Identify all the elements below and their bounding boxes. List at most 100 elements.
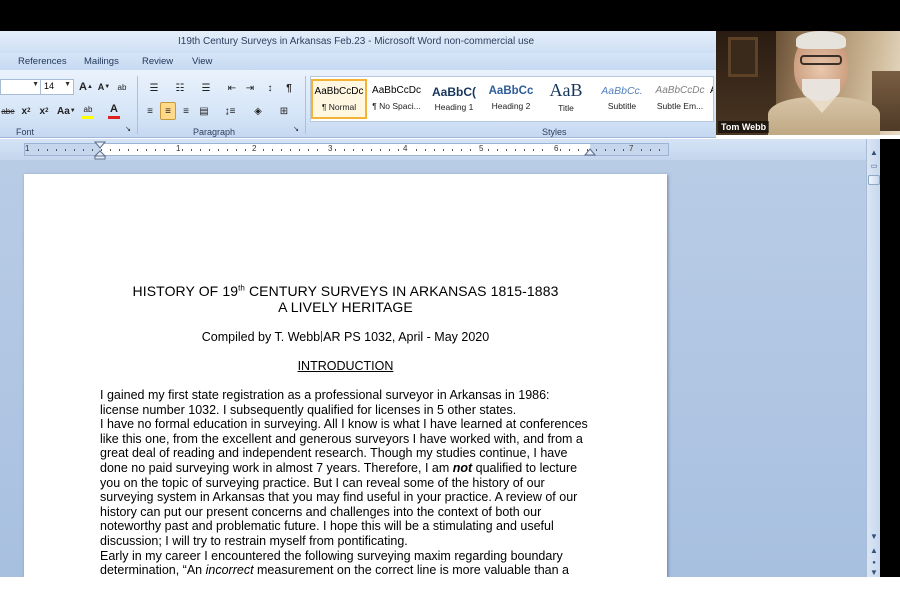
style-sample: AaB	[549, 80, 583, 100]
ruler-tick	[74, 149, 75, 151]
ruler-tick	[218, 149, 219, 151]
font-dialog-launcher-icon[interactable]: ↘	[124, 124, 132, 134]
ruler-tick	[605, 149, 606, 151]
title-superscript: th	[238, 283, 245, 293]
line-spacing-button[interactable]: ↨≡	[218, 102, 242, 120]
grow-font-label: A	[79, 81, 87, 93]
sort-button[interactable]: ↕	[262, 79, 278, 97]
browse-object-icon: ●	[872, 560, 876, 566]
right-indent-marker-icon[interactable]	[584, 148, 596, 158]
change-case-button[interactable]: Aa ▼	[56, 102, 77, 120]
emphasis-text: incorrect	[205, 563, 254, 578]
ruler-number: 4	[403, 144, 408, 153]
ruler-tick	[209, 149, 210, 151]
title-text: CENTURY SURVEYS IN ARKANSAS 1815-1883	[244, 283, 559, 299]
ruler-tick	[533, 149, 534, 151]
multilevel-list-button[interactable]: ☰	[194, 79, 218, 97]
ruler-tick	[272, 149, 273, 151]
previous-page-button[interactable]: ▲	[868, 545, 880, 557]
style-sample: AaBbC(	[432, 85, 476, 99]
style-heading-1[interactable]: AaBbC( Heading 1	[426, 79, 482, 119]
bullets-button[interactable]: ☰	[142, 79, 166, 97]
tab-review[interactable]: Review	[142, 56, 173, 67]
paragraph: I gained my first state registration as …	[100, 388, 550, 417]
bottom-letterbox	[0, 577, 900, 600]
style-no-spacing[interactable]: AaBbCcDc ¶ No Spaci...	[368, 79, 425, 119]
font-size-select[interactable]: 14 ▼	[40, 79, 74, 95]
style-name: Subtle Em...	[656, 101, 704, 111]
scroll-thumb[interactable]	[868, 175, 880, 185]
font-name-select[interactable]: ▼	[0, 79, 42, 95]
style-name: Subtitle	[607, 101, 637, 111]
style-subtle-emphasis[interactable]: AaBbCcDc Subtle Em...	[652, 79, 708, 119]
text-cursor-icon	[321, 331, 323, 342]
change-case-label: Aa	[57, 105, 70, 117]
style-more[interactable]: A	[709, 79, 714, 119]
document-subtitle: A LIVELY HERITAGE	[278, 299, 413, 315]
clear-formatting-button[interactable]: ab	[114, 78, 130, 96]
paragraph-text: measurement on the correct line is more …	[253, 563, 569, 578]
align-left-button[interactable]: ≡	[142, 102, 158, 120]
tab-references[interactable]: References	[18, 56, 67, 67]
font-group-label: Font	[16, 127, 35, 137]
ruler-tick	[596, 149, 597, 151]
increase-indent-button[interactable]: ⇥	[242, 79, 258, 97]
ruler-tick	[443, 149, 444, 151]
ruler-tick	[488, 149, 489, 151]
ruler-tick	[344, 149, 345, 151]
ruler-number: 1	[176, 144, 181, 153]
align-right-button[interactable]: ≡	[178, 102, 194, 120]
ruler-tick	[164, 149, 165, 151]
shrink-font-button[interactable]: A ▼	[96, 78, 112, 96]
ruler-number: 5	[479, 144, 484, 153]
arrow-up-icon: ▲	[870, 148, 878, 157]
horizontal-ruler[interactable]: 1 1 2 3 4 5 6 7	[24, 143, 669, 156]
scroll-down-button[interactable]: ▼	[868, 531, 880, 543]
sort-icon: ↕	[267, 82, 273, 94]
ruler-tick	[515, 149, 516, 151]
vertical-scrollbar[interactable]: ▲ ▭ ▼ ▲ ● ▼	[866, 139, 880, 577]
font-color-label: A	[110, 103, 118, 115]
ruler-tick	[614, 149, 615, 151]
ruler-tick	[110, 149, 111, 151]
ribbon: ▼ 14 ▼ A ▲ A ▼ ab abe x2 x2 Aa ▼ ab A Font …	[0, 70, 716, 138]
right-letterbox	[880, 139, 900, 577]
subscript-button[interactable]: x2	[18, 102, 34, 120]
style-title[interactable]: AaB Title	[540, 79, 592, 119]
borders-button[interactable]: ⊞	[272, 102, 296, 120]
video-participant-tile[interactable]: Tom Webb	[716, 31, 900, 135]
ruler-tick	[200, 149, 201, 151]
decrease-indent-button[interactable]: ⇤	[224, 79, 240, 97]
ruler-tick	[236, 149, 237, 151]
ruler-bar: 1 1 2 3 4 5 6 7	[0, 139, 866, 160]
show-formatting-button[interactable]: ¶	[281, 79, 297, 97]
pilcrow-icon: ¶	[286, 82, 292, 94]
document-page[interactable]: HISTORY OF 19th CENTURY SURVEYS IN ARKAN…	[24, 174, 667, 584]
ruler-tick	[263, 149, 264, 151]
shading-button[interactable]: ◈	[246, 102, 270, 120]
ruler-tick	[659, 149, 660, 151]
tab-mailings[interactable]: Mailings	[84, 56, 119, 67]
justify-button[interactable]: ▤	[196, 102, 212, 120]
scroll-up-button[interactable]: ▲	[868, 147, 880, 159]
view-ruler-toggle[interactable]: ▭	[868, 161, 880, 173]
paragraph-dialog-launcher-icon[interactable]: ↘	[292, 124, 300, 134]
style-subtitle[interactable]: AaBbCc. Subtitle	[593, 79, 651, 119]
increase-indent-icon: ⇥	[245, 82, 255, 94]
style-heading-2[interactable]: AaBbCc Heading 2	[483, 79, 539, 119]
ruler-tick	[524, 149, 525, 151]
style-normal[interactable]: AaBbCcDc ¶ Normal	[311, 79, 367, 119]
ruler-tick	[335, 149, 336, 151]
ruler-tick	[506, 149, 507, 151]
ruler-tick	[542, 149, 543, 151]
align-center-button[interactable]: ≡	[160, 102, 176, 120]
strikethrough-button[interactable]: abe	[0, 102, 16, 120]
tab-view[interactable]: View	[192, 56, 212, 67]
numbering-button[interactable]: ☷	[168, 79, 192, 97]
ruler-tick	[380, 149, 381, 151]
superscript-button[interactable]: x2	[36, 102, 52, 120]
style-sample: AaBbCcDc	[314, 86, 364, 97]
chevron-down-icon: ▼	[64, 81, 71, 88]
grow-font-button[interactable]: A ▲	[78, 78, 94, 96]
indent-marker-icon[interactable]	[94, 141, 106, 160]
